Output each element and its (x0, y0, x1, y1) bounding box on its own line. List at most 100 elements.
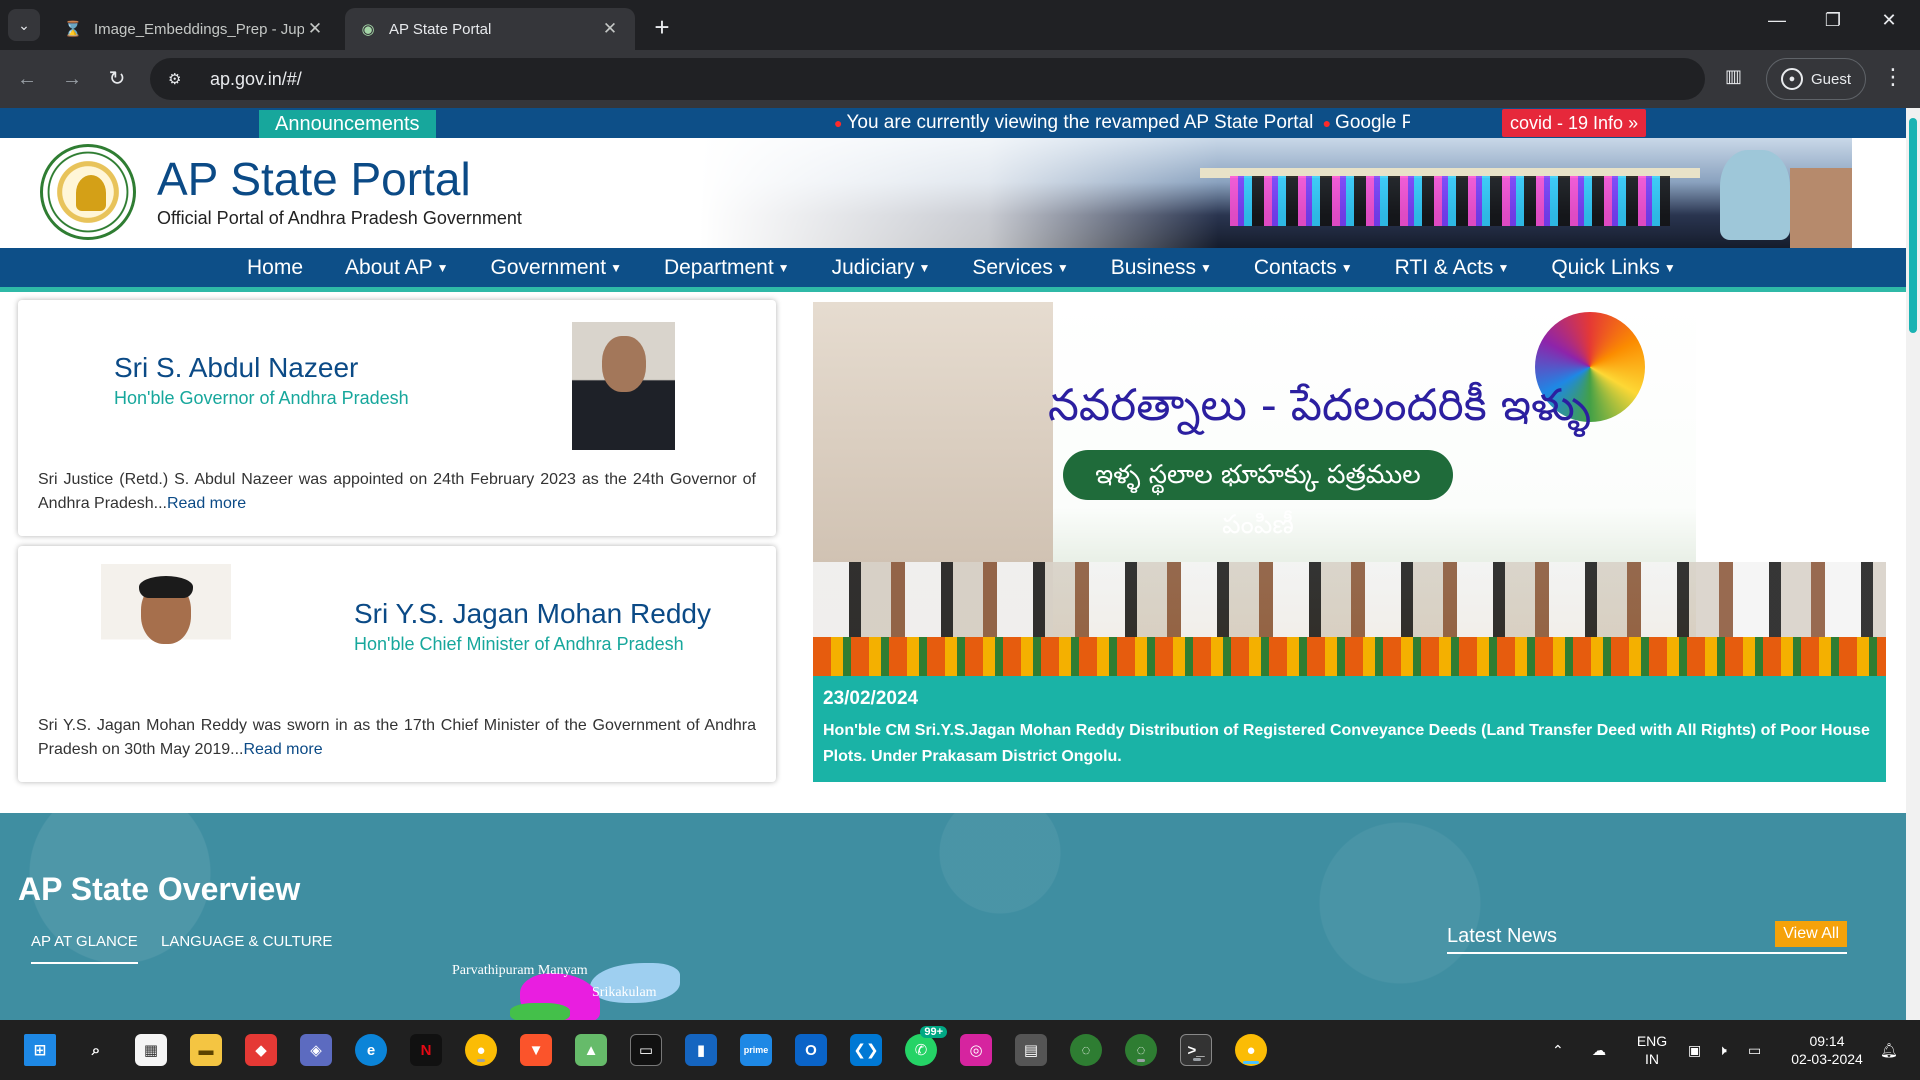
map-district-green[interactable] (510, 1003, 570, 1020)
overview-title: AP State Overview (18, 871, 301, 907)
whatsapp-icon[interactable]: ✆ 99+ (905, 1026, 947, 1066)
site-subtitle: Official Portal of Andhra Pradesh Govern… (157, 208, 522, 228)
forward-button[interactable]: → (57, 64, 87, 94)
battery-icon[interactable]: ▭ (1748, 1020, 1761, 1080)
address-bar[interactable]: ⚙ ap.gov.in/#/ (150, 58, 1705, 100)
news-slider[interactable]: నవరత్నాలు - పేదలందరికీ ఇళ్ళు ఇళ్ళ స్థలాల… (813, 302, 1886, 782)
image-viewer-icon[interactable]: ▲ (575, 1034, 607, 1066)
restore-button[interactable]: ❐ (1818, 10, 1848, 31)
close-icon[interactable]: ✕ (599, 19, 621, 39)
caret-down-icon: ▼ (436, 261, 449, 276)
vscode-icon[interactable]: ❮❯ (850, 1034, 882, 1066)
network-icon[interactable]: ▣ (1688, 1020, 1701, 1080)
store-icon[interactable]: ▦ (135, 1034, 167, 1066)
minimize-button[interactable]: — (1762, 10, 1792, 31)
nav-item-rti-acts[interactable]: RTI & Acts ▼ (1395, 256, 1510, 280)
new-tab-button[interactable]: + (648, 12, 676, 43)
caret-down-icon: ▼ (1497, 261, 1510, 276)
chrome-icon[interactable]: ● (465, 1034, 497, 1066)
site-info-icon[interactable]: ⚙ (168, 70, 196, 88)
reload-button[interactable]: ↻ (102, 64, 132, 94)
tab-ap-at-glance[interactable]: AP AT GLANCE (31, 933, 138, 964)
chief-minister-read-more-link[interactable]: Read more (243, 741, 322, 758)
chief-minister-card: Sri Y.S. Jagan Mohan Reddy Hon'ble Chief… (18, 546, 776, 782)
face (602, 336, 646, 392)
back-button[interactable]: ← (12, 64, 42, 94)
buildings-image (1790, 168, 1852, 248)
loading-app-icon[interactable]: ◌ (1070, 1034, 1102, 1066)
caret-down-icon: ▼ (1056, 261, 1069, 276)
search-icon[interactable]: ⌕ (80, 1034, 112, 1066)
governor-card: Sri S. Abdul Nazeer Hon'ble Governor of … (18, 300, 776, 536)
volume-muted-icon[interactable]: 🕨 (1718, 1020, 1727, 1080)
nav-item-contacts[interactable]: Contacts ▼ (1254, 256, 1353, 280)
loading-app-icon-2[interactable]: ◌ (1125, 1034, 1157, 1066)
ap-district-map[interactable]: Parvathipuram Manyam Srikakulam (440, 963, 700, 1020)
edge-icon[interactable]: e (355, 1034, 387, 1066)
nav-item-business[interactable]: Business ▼ (1111, 256, 1212, 280)
page-scrollbar[interactable] (1906, 108, 1920, 1020)
governor-photo (572, 322, 675, 450)
anydesk-icon[interactable]: ◆ (245, 1034, 277, 1066)
announcement-marquee[interactable]: ● You are currently viewing the revamped … (830, 108, 1410, 138)
browser-menu-icon[interactable]: ⋮ (1882, 64, 1904, 90)
caret-down-icon: ▼ (1199, 261, 1212, 276)
profile-button[interactable]: ● Guest (1766, 58, 1866, 100)
tab-search-button[interactable]: ⌄ (8, 9, 40, 41)
running-indicator (1193, 1058, 1201, 1061)
announcement-item[interactable]: You are currently viewing the revamped A… (846, 112, 1313, 133)
latest-news-header: Latest News View All (1447, 921, 1847, 954)
notification-bell-icon[interactable]: 🔔︎ (1880, 1020, 1898, 1080)
terminal-icon[interactable]: ▭ (630, 1034, 662, 1066)
slide-banner-pill: ఇళ్ళ స్థలాల భూహక్కు పత్రముల పంపిణీ (1063, 450, 1453, 540)
tab-jupyter[interactable]: ⌛ Image_Embeddings_Prep - Jupy ✕ (50, 8, 340, 50)
slide-caption[interactable]: 23/02/2024 Hon'ble CM Sri.Y.S.Jagan Moha… (813, 676, 1886, 782)
chevron-down-icon: ⌄ (18, 16, 30, 33)
url-text[interactable]: ap.gov.in/#/ (210, 69, 302, 90)
view-all-button[interactable]: View All (1775, 921, 1847, 947)
active-indicator (1243, 1061, 1259, 1064)
copilot-icon[interactable]: ◈ (300, 1034, 332, 1066)
nav-item-government[interactable]: Government ▼ (491, 256, 622, 280)
governor-description: Sri Justice (Retd.) S. Abdul Nazeer was … (38, 471, 756, 512)
windows-start-icon[interactable]: ⊞ (24, 1034, 56, 1066)
nav-item-department[interactable]: Department ▼ (664, 256, 790, 280)
nav-item-quick-links[interactable]: Quick Links ▼ (1551, 256, 1675, 280)
nav-item-home[interactable]: Home (247, 256, 303, 280)
profile-label: Guest (1810, 70, 1852, 88)
main-navigation: Home About AP ▼ Government ▼ Department ▼ J… (0, 248, 1906, 292)
tab-language-culture[interactable]: LANGUAGE & CULTURE (161, 933, 332, 950)
close-window-button[interactable]: ✕ (1874, 10, 1904, 31)
covid-label: covid - 19 Info (1510, 113, 1624, 133)
onedrive-icon[interactable]: ☁ (1592, 1020, 1606, 1080)
app-window-icon[interactable]: ▤ (1015, 1034, 1047, 1066)
slide-image[interactable]: నవరత్నాలు - పేదలందరికీ ఇళ్ళు ఇళ్ళ స్థలాల… (813, 302, 1886, 676)
word-icon[interactable]: ▮ (685, 1034, 717, 1066)
show-hidden-icons[interactable]: ⌃ (1552, 1020, 1564, 1080)
language-indicator[interactable]: ENG IN (1632, 1032, 1672, 1068)
bullet-icon: ● (834, 115, 843, 131)
chrome-active-icon[interactable]: ● (1235, 1034, 1267, 1066)
site-title[interactable]: AP State Portal (157, 152, 471, 206)
prime-video-icon[interactable]: prime (740, 1034, 772, 1066)
file-explorer-icon[interactable]: ▬ (190, 1034, 222, 1066)
nav-item-about-ap[interactable]: About AP ▼ (345, 256, 448, 280)
ap-emblem-logo[interactable] (40, 144, 136, 240)
outlook-icon[interactable]: O (795, 1034, 827, 1066)
governor-read-more-link[interactable]: Read more (167, 495, 246, 512)
netflix-icon[interactable]: N (410, 1034, 442, 1066)
bullet-icon: ● (1322, 115, 1332, 131)
covid-info-button[interactable]: covid - 19 Info » (1502, 109, 1647, 137)
instagram-icon[interactable]: ◎ (960, 1034, 992, 1066)
close-icon[interactable]: ✕ (304, 19, 326, 39)
side-panel-icon[interactable]: ▥ (1725, 66, 1742, 87)
brave-icon[interactable]: ▼ (520, 1034, 552, 1066)
announcement-item[interactable]: Google Play S (1335, 112, 1410, 133)
slide-caption-text[interactable]: Hon'ble CM Sri.Y.S.Jagan Mohan Reddy Dis… (823, 718, 1876, 770)
scrollbar-thumb[interactable] (1909, 118, 1917, 333)
nav-item-judiciary[interactable]: Judiciary ▼ (832, 256, 931, 280)
clock[interactable]: 09:14 02-03-2024 (1782, 1032, 1872, 1068)
nav-item-services[interactable]: Services ▼ (972, 256, 1068, 280)
powershell-icon[interactable]: >_ (1180, 1034, 1212, 1066)
tab-ap-state-portal[interactable]: ◉ AP State Portal ✕ (345, 8, 635, 50)
